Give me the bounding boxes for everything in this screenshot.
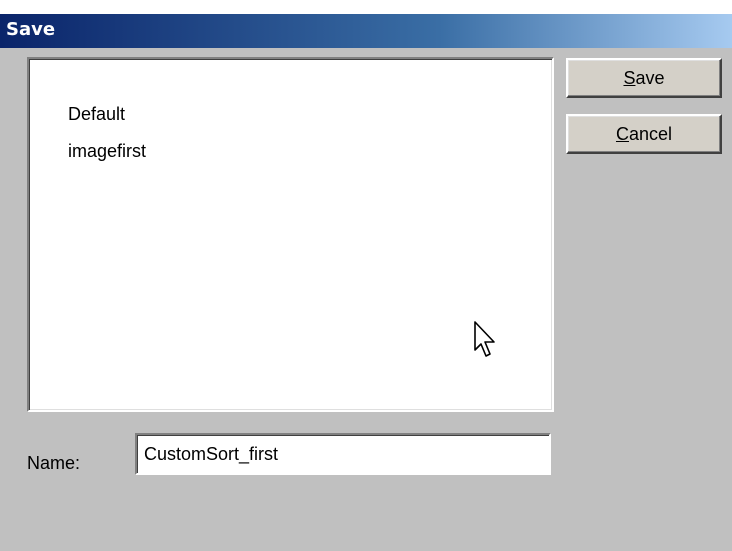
cancel-button-label: ancel (628, 123, 673, 144)
list-item[interactable]: imagefirst (68, 140, 146, 162)
save-button-accelerator: S (623, 67, 636, 88)
list-item[interactable]: Default (68, 103, 125, 125)
name-input[interactable] (135, 433, 551, 475)
arrow-cursor-icon (474, 321, 495, 357)
dialog-title: Save (6, 19, 56, 40)
cancel-button-accelerator: C (615, 123, 629, 144)
title-bar-gradient (0, 14, 732, 48)
cancel-button[interactable]: Cancel (566, 114, 722, 154)
save-dialog: Save Default imagefirst Save Cancel Name… (0, 0, 732, 551)
save-button[interactable]: Save (566, 58, 722, 98)
name-label: Name: (27, 453, 81, 473)
save-button-label: ave (635, 67, 665, 88)
title-bar[interactable]: Save (0, 0, 732, 48)
